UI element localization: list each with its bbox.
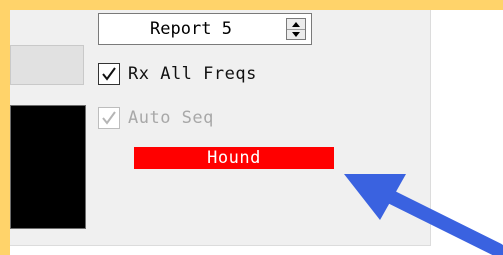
checkmark-icon — [102, 67, 116, 81]
black-display-box — [10, 105, 86, 229]
rx-all-freqs-checkbox[interactable] — [98, 63, 120, 85]
checkmark-icon — [102, 111, 116, 125]
frame-left-border — [0, 0, 10, 255]
auto-seq-checkbox — [98, 107, 120, 129]
spin-down-button[interactable] — [287, 29, 305, 39]
auto-seq-row: Auto Seq — [98, 106, 214, 130]
hound-indicator: Hound — [134, 147, 334, 169]
frame-top-border — [0, 0, 503, 10]
annotation-arrow-icon — [344, 174, 503, 255]
spinner-buttons — [286, 18, 306, 40]
grey-input-field[interactable] — [10, 45, 84, 85]
report-spinner-value: Report 5 — [150, 19, 232, 39]
rx-all-freqs-label: Rx All Freqs — [128, 64, 257, 84]
report-spinner[interactable]: Report 5 — [98, 13, 312, 45]
rx-all-freqs-row[interactable]: Rx All Freqs — [98, 62, 257, 86]
auto-seq-label: Auto Seq — [128, 108, 214, 128]
down-arrow-icon — [292, 31, 300, 37]
up-arrow-icon — [292, 21, 300, 27]
